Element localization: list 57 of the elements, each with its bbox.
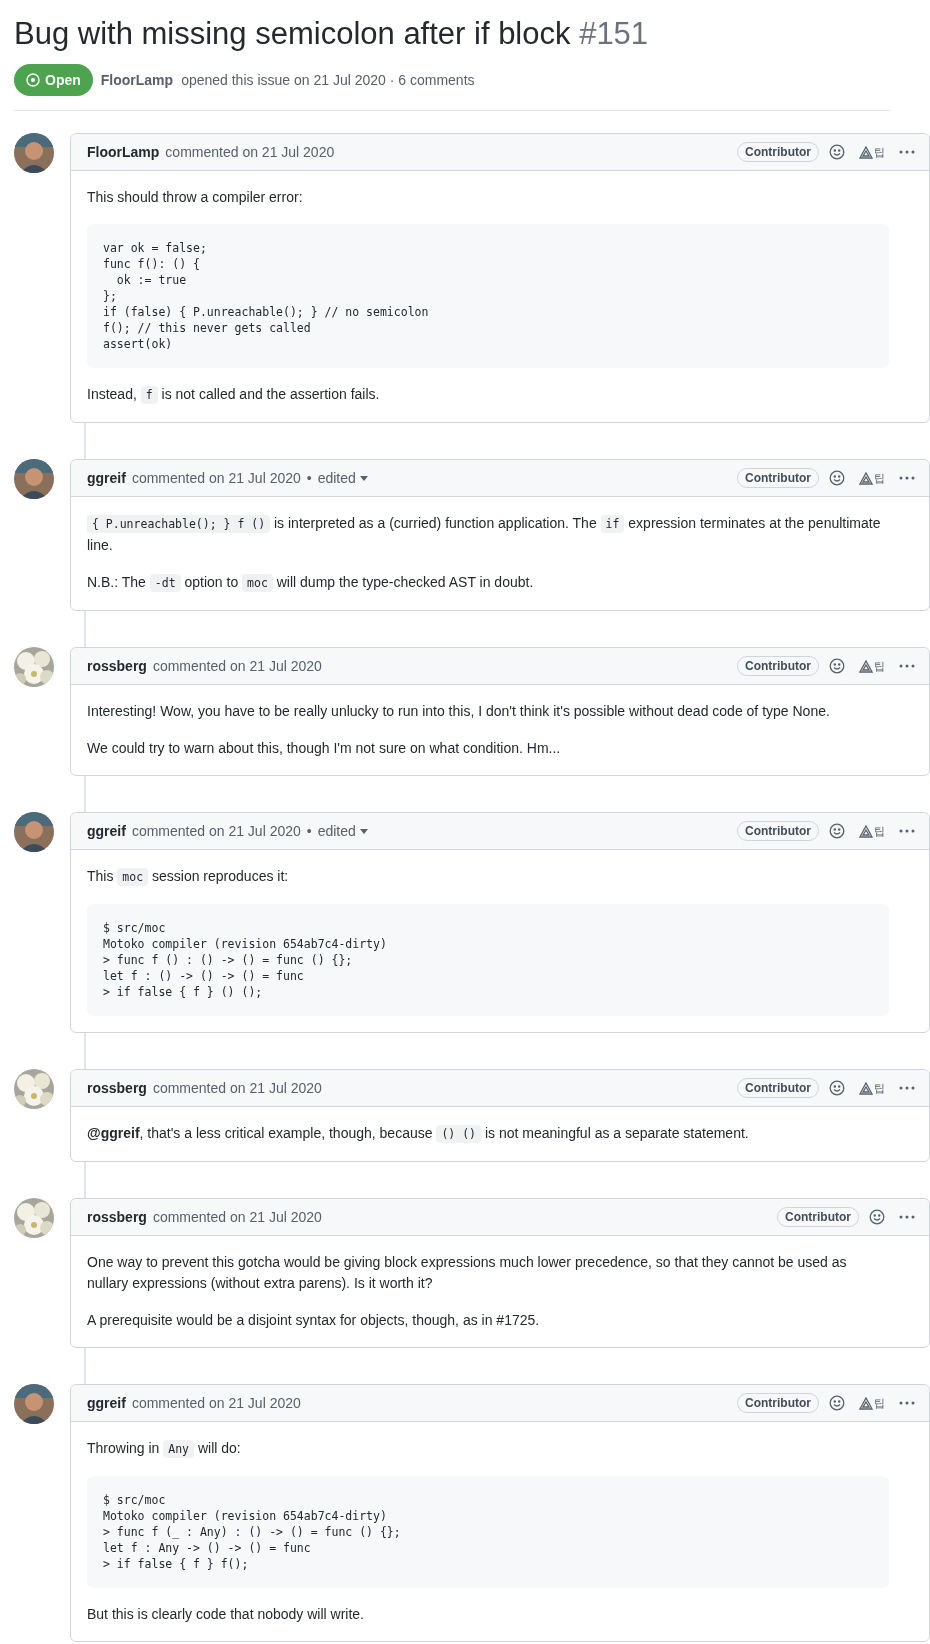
comment-text: One way to prevent this gotcha would be giving block expressions much lower precedence, so that they cannot be used as nullary expressions (without extra parens). Is it worth it?: [87, 1253, 848, 1293]
avatar[interactable]: [14, 1384, 54, 1424]
comment-text: This moc session reproduces it:: [87, 867, 290, 888]
tip-button[interactable]: 팁: [855, 823, 889, 839]
comment-author[interactable]: rossberg: [87, 658, 147, 674]
code-block: var ok = false; func f(): () { ok := true }; if (false) { P.unreachable(); } // no semicolon f(); // this never gets called assert(ok): [87, 224, 889, 368]
triangle-icon: [859, 824, 873, 838]
comment-text: @ggreif, that's a less critical example, though, because () () is not meaningful as a separate statement.: [87, 1124, 750, 1145]
comment-date: commented on 21 Jul 2020: [165, 144, 335, 160]
tip-button[interactable]: 팁: [855, 470, 889, 486]
comment-text: We could try to warn about this, though I'm not sure on what condition. Hm...: [87, 739, 562, 758]
comment-date: commented on 21 Jul 2020: [152, 1080, 322, 1096]
issue-number: #151: [579, 16, 649, 51]
comment-author[interactable]: ggreif: [87, 1395, 126, 1411]
tip-button[interactable]: 팁: [855, 144, 889, 160]
open-issue-icon: [26, 73, 40, 87]
comment-text: Instead, f is not called and the assertion fails.: [87, 385, 381, 406]
comment-date: commented on 21 Jul 2020: [152, 1209, 322, 1225]
avatar[interactable]: [14, 133, 54, 173]
triangle-icon: [859, 1396, 873, 1410]
comment-text: { P.unreachable(); } f () is interpreted as a (curried) function application. The if expression terminates at the penultimate line.: [87, 514, 882, 555]
comment-date: commented on 21 Jul 2020: [131, 470, 301, 486]
edited-dropdown[interactable]: edited: [317, 470, 368, 486]
comment-text: A prerequisite would be a disjoint syntax for objects, though, as in #1725.: [87, 1311, 541, 1330]
caret-icon: [359, 475, 368, 481]
triangle-icon: [859, 471, 873, 485]
comment-text: Throwing in Any will do:: [87, 1439, 242, 1460]
edited-dropdown[interactable]: edited: [317, 823, 368, 839]
comment-author[interactable]: ggreif: [87, 470, 126, 486]
comment-date: commented on 21 Jul 2020: [131, 1395, 301, 1411]
comment-text: But this is clearly code that nobody will write.: [87, 1605, 365, 1624]
comment-date: commented on 21 Jul 2020: [131, 823, 301, 839]
comment-author[interactable]: ggreif: [87, 823, 126, 839]
avatar[interactable]: [14, 812, 54, 852]
separator-dot: •: [306, 470, 312, 486]
comment-text: Interesting! Wow, you have to be really unlucky to run into this, I don't think it's possible without dead code of type None.: [87, 702, 831, 721]
avatar[interactable]: [14, 459, 54, 499]
separator-dot: •: [306, 823, 312, 839]
comment-author[interactable]: FloorLamp: [87, 144, 160, 160]
issue-author[interactable]: FloorLamp: [100, 72, 174, 88]
triangle-icon: [859, 145, 873, 159]
code-block: $ src/moc Motoko compiler (revision 654ab7c4-dirty) > func f () : () -> () = func () {}; let f : () -> () -> () = func > if false { f } () ();: [87, 904, 889, 1016]
tip-button[interactable]: 팁: [855, 658, 889, 674]
triangle-icon: [859, 659, 873, 673]
comment-text: This should throw a compiler error:: [87, 188, 304, 207]
caret-icon: [359, 828, 368, 834]
triangle-icon: [859, 1081, 873, 1095]
tip-button[interactable]: 팁: [855, 1080, 889, 1096]
comment-date: commented on 21 Jul 2020: [152, 658, 322, 674]
issue-meta: opened this issue on 21 Jul 2020 · 6 comments: [181, 72, 475, 88]
code-block: $ src/moc Motoko compiler (revision 654ab7c4-dirty) > func f (_ : Any) : () -> () = func () {}; let f : Any -> () -> () = func > if false { f } f();: [87, 1476, 889, 1588]
comment-text: N.B.: The -dt option to moc will dump the type-checked AST in doubt.: [87, 573, 535, 594]
issue-status-label: Open: [14, 64, 93, 96]
issue-title: Bug with missing semicolon after if block: [14, 16, 571, 51]
comment-author[interactable]: rossberg: [87, 1209, 147, 1225]
comment-author[interactable]: rossberg: [87, 1080, 147, 1096]
tip-button[interactable]: 팁: [855, 1395, 889, 1411]
